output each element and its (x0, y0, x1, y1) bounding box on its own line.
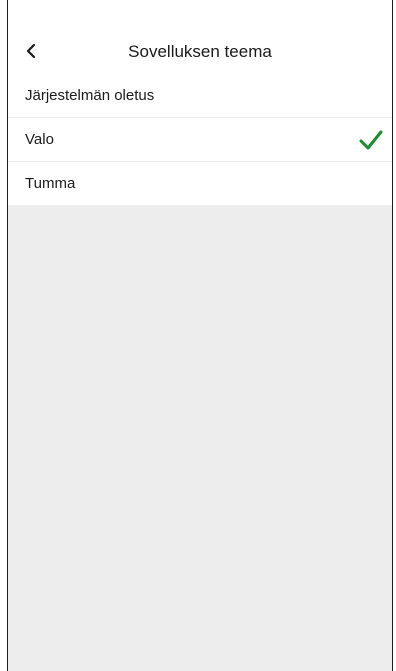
theme-option-light[interactable]: Valo (8, 117, 392, 161)
option-label: Valo (25, 131, 54, 148)
theme-option-dark[interactable]: Tumma (8, 161, 392, 205)
app-screen: Sovelluksen teema Järjestelmän oletus Va… (7, 0, 393, 671)
checkmark-icon (358, 129, 384, 151)
page-title: Sovelluksen teema (128, 42, 272, 61)
theme-option-system-default[interactable]: Järjestelmän oletus (8, 74, 392, 117)
top-bar: Sovelluksen teema (8, 0, 392, 74)
option-label: Järjestelmän oletus (25, 87, 155, 104)
option-label: Tumma (25, 175, 76, 192)
theme-options-list: Järjestelmän oletus Valo Tumma (8, 74, 392, 205)
